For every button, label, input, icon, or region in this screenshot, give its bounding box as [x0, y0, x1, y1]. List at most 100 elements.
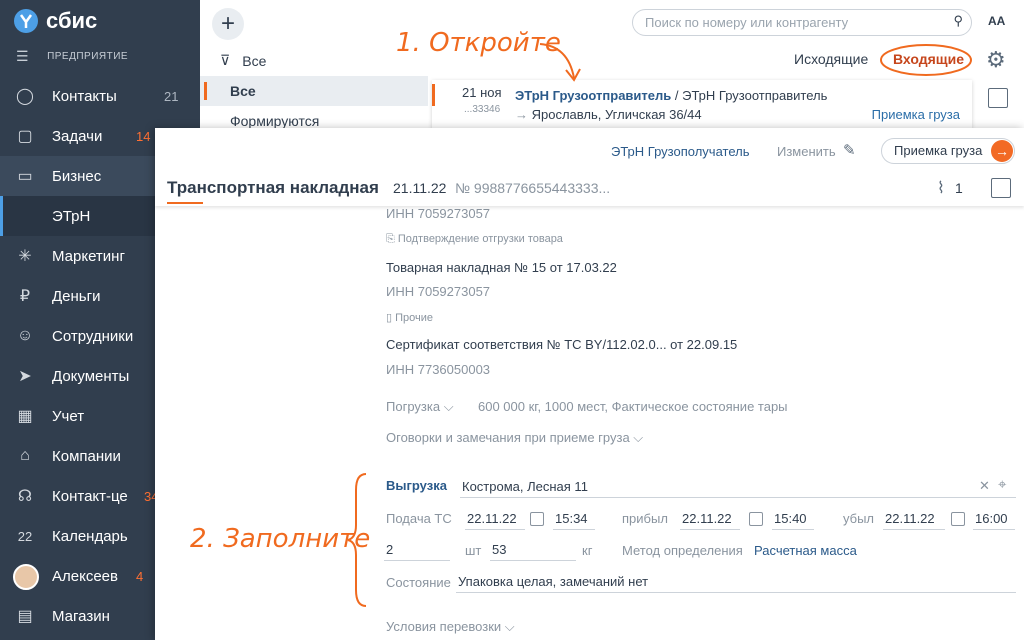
role-link[interactable]: ЭТрН Грузополучатель: [611, 144, 749, 159]
tasks-count: 14: [136, 128, 151, 144]
contacts-icon: ◯: [16, 88, 34, 105]
left-date-field[interactable]: 22.11.22: [883, 508, 945, 530]
search-icon[interactable]: ⚲: [953, 13, 963, 29]
state-label: Состояние: [386, 575, 451, 590]
paperclip-icon[interactable]: ⌇: [937, 178, 945, 198]
doc-date[interactable]: 21.11.22: [393, 180, 446, 196]
clear-icon[interactable]: ✕: [979, 478, 990, 494]
arrival-time-field[interactable]: 15:34: [553, 508, 595, 530]
menu-icon[interactable]: ☰: [16, 48, 29, 65]
stamp-icon: ⎘: [386, 233, 398, 245]
checklist-icon[interactable]: [988, 88, 1008, 108]
section-shipment: ⎘ Подтверждение отгрузки товара: [386, 233, 563, 245]
search-input[interactable]: Поиск по номеру или контрагенту ⚲: [632, 9, 972, 36]
inn-1: ИНН 7059273057: [386, 206, 491, 221]
annotation-arrow: [539, 43, 581, 82]
font-size-toggle[interactable]: АА: [988, 14, 1005, 28]
pieces-field[interactable]: 2: [384, 539, 450, 561]
active-indicator: [0, 196, 3, 236]
row-status: Приемка груза: [871, 107, 960, 122]
method-label: Метод определения: [622, 543, 743, 558]
came-time-field[interactable]: 15:40: [772, 508, 814, 530]
doc-link-1[interactable]: Товарная накладная № 15 от 17.03.22: [386, 260, 617, 275]
loading-toggle[interactable]: Погрузка ⌵: [386, 399, 454, 415]
row-receiver: / ЭТрН Грузоотправитель: [671, 88, 828, 103]
map-pin-icon[interactable]: ⌖: [998, 476, 1006, 493]
inn-3: ИНН 7736050003: [386, 362, 491, 377]
annotation-step2: 2. Заполните: [190, 524, 371, 554]
calendar-icon: 22: [17, 528, 33, 544]
tasks-icon: ▢: [17, 128, 33, 145]
folder-list: Все Формируются: [200, 76, 428, 136]
row-address-text: Ярославль, Угличская 36/44: [531, 107, 702, 122]
attachments-count: 1: [955, 180, 963, 196]
folder-item-all[interactable]: Все: [200, 76, 428, 106]
gear-icon[interactable]: ⚙: [986, 47, 1006, 73]
unloading-address-value: Кострома, Лесная 11: [462, 479, 588, 494]
tab-outgoing[interactable]: Исходящие: [794, 51, 868, 67]
left-label: убыл: [843, 511, 875, 526]
unread-indicator: [432, 84, 435, 106]
doc-number[interactable]: № 9988776655443333...: [455, 180, 610, 196]
shop-icon: ▤: [17, 608, 33, 625]
annotation-brace: [347, 473, 367, 607]
documents-icon: ➤: [18, 368, 32, 385]
remarks-toggle[interactable]: Оговорки и замечания при приеме груза ⌵: [386, 430, 643, 446]
tab-incoming[interactable]: Входящие: [893, 51, 964, 67]
transport-toggle[interactable]: Условия перевозки ⌵: [386, 619, 515, 635]
left-time-field[interactable]: 16:00: [973, 508, 1015, 530]
search-placeholder: Поиск по номеру или контрагенту: [645, 15, 849, 30]
company-switcher[interactable]: ☰ ПРЕДПРИЯТИЕ: [16, 48, 128, 65]
profile-count: 4: [136, 568, 144, 584]
filter-row[interactable]: ⊽ Все: [220, 52, 266, 69]
weight-field[interactable]: 53: [490, 539, 576, 561]
sidebar-item-contacts[interactable]: ◯ Контакты 21: [0, 76, 200, 116]
doc-link-2[interactable]: Сертификат соответствия № ТС BY/112.02.0…: [386, 337, 737, 352]
filter-label: Все: [242, 52, 267, 69]
section-other: ▯ Прочие: [386, 312, 434, 324]
edit-link[interactable]: Изменить: [777, 144, 836, 159]
unloading-address-field[interactable]: Кострома, Лесная 11: [460, 476, 1016, 498]
calendar-icon[interactable]: [951, 512, 965, 526]
logo-text: сбис: [46, 8, 98, 33]
company-name: ПРЕДПРИЯТИЕ: [47, 51, 129, 62]
row-address: → Ярославль, Угличская 36/44: [515, 107, 702, 122]
arrival-date-field[interactable]: 22.11.22: [465, 508, 525, 530]
arrow-right-icon: →: [991, 140, 1013, 162]
marketing-icon: ✳: [18, 248, 32, 265]
row-title: ЭТрН Грузоотправитель / ЭТрН Грузоотправ…: [515, 88, 827, 103]
weight-unit: кг: [582, 543, 593, 558]
employees-icon: ☺: [16, 327, 34, 344]
accounting-icon: ▦: [17, 408, 33, 425]
title-underline: [167, 202, 203, 204]
avatar: [13, 564, 39, 590]
calendar-icon[interactable]: [530, 512, 544, 526]
briefcase-icon: ▭: [17, 168, 33, 185]
pencil-icon[interactable]: ✎: [843, 141, 856, 159]
row-number: ...33346: [464, 104, 501, 115]
came-date-field[interactable]: 22.11.22: [680, 508, 740, 530]
unloading-label: Выгрузка: [386, 478, 447, 493]
inn-2: ИНН 7059273057: [386, 284, 491, 299]
calendar-icon[interactable]: [749, 512, 763, 526]
arrival-label: Подача ТС: [386, 511, 452, 526]
loading-value: 600 000 кг, 1000 мест, Фактическое состо…: [478, 399, 788, 414]
arrow-icon: →: [515, 107, 532, 122]
card-header: ЭТрН Грузополучатель Изменить ✎ Приемка …: [155, 128, 1024, 206]
signature-icon[interactable]: [991, 178, 1011, 198]
list-item[interactable]: 21 ноя ...33346 ЭТрН Грузоотправитель / …: [432, 80, 972, 128]
headset-icon: ☊: [17, 488, 33, 505]
contacts-count: 21: [164, 88, 179, 104]
logo[interactable]: сбис: [14, 8, 97, 34]
stage-button[interactable]: Приемка груза →: [881, 138, 1015, 164]
state-field[interactable]: Упаковка целая, замечаний нет: [456, 571, 1016, 593]
method-value[interactable]: Расчетная масса: [754, 543, 857, 558]
page-title: Транспортная накладная: [167, 178, 379, 197]
document-card: ЭТрН Грузополучатель Изменить ✎ Приемка …: [155, 128, 1024, 640]
sbis-logo-icon: [14, 9, 38, 33]
pieces-unit: шт: [465, 543, 482, 558]
create-button[interactable]: +: [212, 8, 244, 40]
filter-icon: ⊽: [220, 52, 231, 68]
stage-label: Приемка груза: [894, 143, 983, 158]
row-date: 21 ноя: [462, 85, 502, 100]
